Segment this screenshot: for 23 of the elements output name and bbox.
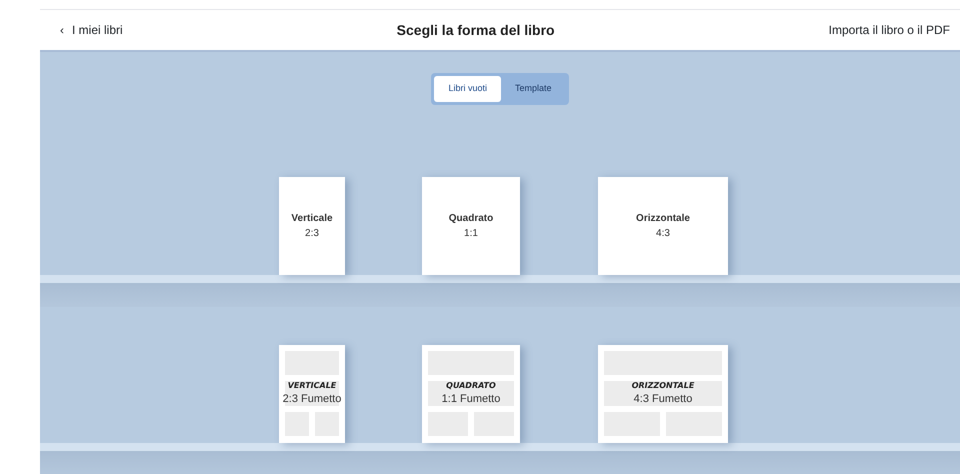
book-ratio: 1:1 Fumetto [442, 392, 500, 406]
book-ratio: 1:1 [464, 226, 478, 240]
book-ratio: 4:3 Fumetto [632, 392, 694, 406]
book-title: ORIZZONTALE [632, 381, 694, 392]
tab[interactable]: Libri vuoti [434, 76, 501, 102]
import-link[interactable]: Importa il libro o il PDF [828, 21, 950, 39]
book-ratio: 2:3 Fumetto [282, 392, 342, 406]
book-card[interactable]: Orizzontale 4:3 [598, 176, 728, 274]
book-title: Verticale [291, 212, 333, 226]
book-card[interactable]: Quadrato 1:1 [422, 176, 520, 274]
book-card[interactable]: ORIZZONTALE 4:3 Fumetto [598, 344, 728, 442]
book-card[interactable]: QUADRATO 1:1 Fumetto [422, 344, 520, 442]
book-card[interactable]: VERTICALE 2:3 Fumetto [279, 344, 345, 442]
back-link[interactable]: ‹ I miei libri [60, 21, 123, 39]
tab[interactable]: Template [501, 76, 566, 102]
book-ratio: 2:3 [305, 226, 319, 240]
book-title: Orizzontale [636, 212, 690, 226]
book-card[interactable]: Verticale 2:3 [279, 176, 345, 274]
book-title: QUADRATO [445, 381, 497, 392]
book-ratio: 4:3 [656, 226, 670, 240]
book-title: VERTICALE [286, 381, 338, 392]
book-title: Quadrato [448, 212, 494, 226]
page-title: Scegli la forma del libro [396, 20, 555, 40]
